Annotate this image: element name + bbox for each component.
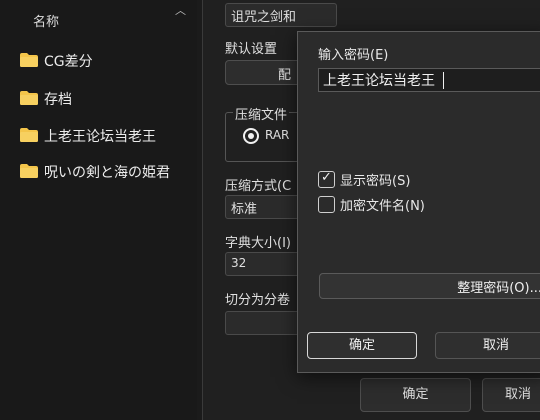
explorer-pane: 名称 ︿ CG差分 存档 上老王论坛当老王 呪いの剣と海の姫君 bbox=[0, 0, 197, 420]
profiles-button-label: 配 bbox=[278, 68, 292, 83]
checkmark-icon: ✓ bbox=[321, 170, 332, 185]
encrypt-filenames-label: 加密文件名(N) bbox=[340, 199, 425, 214]
archive-cancel-label: 取消 bbox=[504, 387, 531, 402]
split-volumes-label: 切分为分卷 bbox=[225, 293, 291, 308]
rar-radio-label: RAR bbox=[265, 128, 290, 142]
dictionary-size-value: 32 bbox=[231, 256, 247, 270]
password-ok-label: 确定 bbox=[348, 338, 375, 353]
folder-label: 存档 bbox=[44, 92, 72, 108]
archive-format-label: 压缩文件 bbox=[233, 104, 290, 123]
password-cancel-button[interactable]: 取消 bbox=[435, 332, 540, 359]
checkbox-box[interactable]: ✓ bbox=[318, 170, 335, 188]
folder-item-save[interactable]: 存档 bbox=[0, 82, 197, 114]
organize-passwords-label: 整理密码(O)... bbox=[457, 281, 540, 296]
dictionary-size-label: 字典大小(I) bbox=[225, 236, 291, 251]
folder-label: 上老王论坛当老王 bbox=[44, 129, 156, 145]
checkbox-box[interactable] bbox=[318, 196, 335, 213]
password-input[interactable]: 上老王论坛当老王 bbox=[318, 68, 540, 92]
text-caret bbox=[443, 72, 444, 89]
folder-icon bbox=[20, 91, 38, 105]
folder-item-forum[interactable]: 上老王论坛当老王 bbox=[0, 119, 197, 151]
folder-item-cursed-sword[interactable]: 呪いの剣と海の姫君 bbox=[0, 155, 197, 187]
password-cancel-label: 取消 bbox=[482, 338, 509, 353]
compression-method-value: 标准 bbox=[231, 202, 258, 217]
folder-label: CG差分 bbox=[44, 54, 93, 70]
organize-passwords-button[interactable]: 整理密码(O)... bbox=[319, 273, 540, 299]
archive-ok-label: 确定 bbox=[402, 387, 429, 402]
folder-item-cg[interactable]: CG差分 bbox=[0, 44, 197, 76]
archive-name-field[interactable]: 诅咒之剑和 bbox=[225, 3, 337, 27]
folder-label: 呪いの剣と海の姫君 bbox=[44, 165, 170, 181]
archive-name-value: 诅咒之剑和 bbox=[231, 10, 297, 25]
show-password-label: 显示密码(S) bbox=[340, 174, 411, 189]
name-column-header[interactable]: 名称 bbox=[33, 11, 59, 30]
password-dialog: 输入密码(E) 上老王论坛当老王 ✓ 显示密码(S) 加密文件名(N) 整理密码… bbox=[297, 31, 540, 373]
chevron-up-icon[interactable]: ︿ bbox=[175, 2, 186, 18]
archive-cancel-button[interactable]: 取消 bbox=[482, 378, 540, 412]
folder-icon bbox=[20, 164, 38, 178]
password-value: 上老王论坛当老王 bbox=[323, 73, 435, 89]
password-ok-button[interactable]: 确定 bbox=[307, 332, 417, 359]
archive-ok-button[interactable]: 确定 bbox=[360, 378, 471, 412]
password-input-label: 输入密码(E) bbox=[318, 48, 389, 63]
folder-icon bbox=[20, 53, 38, 67]
rar-radio[interactable] bbox=[243, 128, 259, 144]
compression-method-label: 压缩方式(C bbox=[225, 179, 292, 194]
folder-icon bbox=[20, 128, 38, 142]
default-settings-label: 默认设置 bbox=[225, 42, 278, 57]
